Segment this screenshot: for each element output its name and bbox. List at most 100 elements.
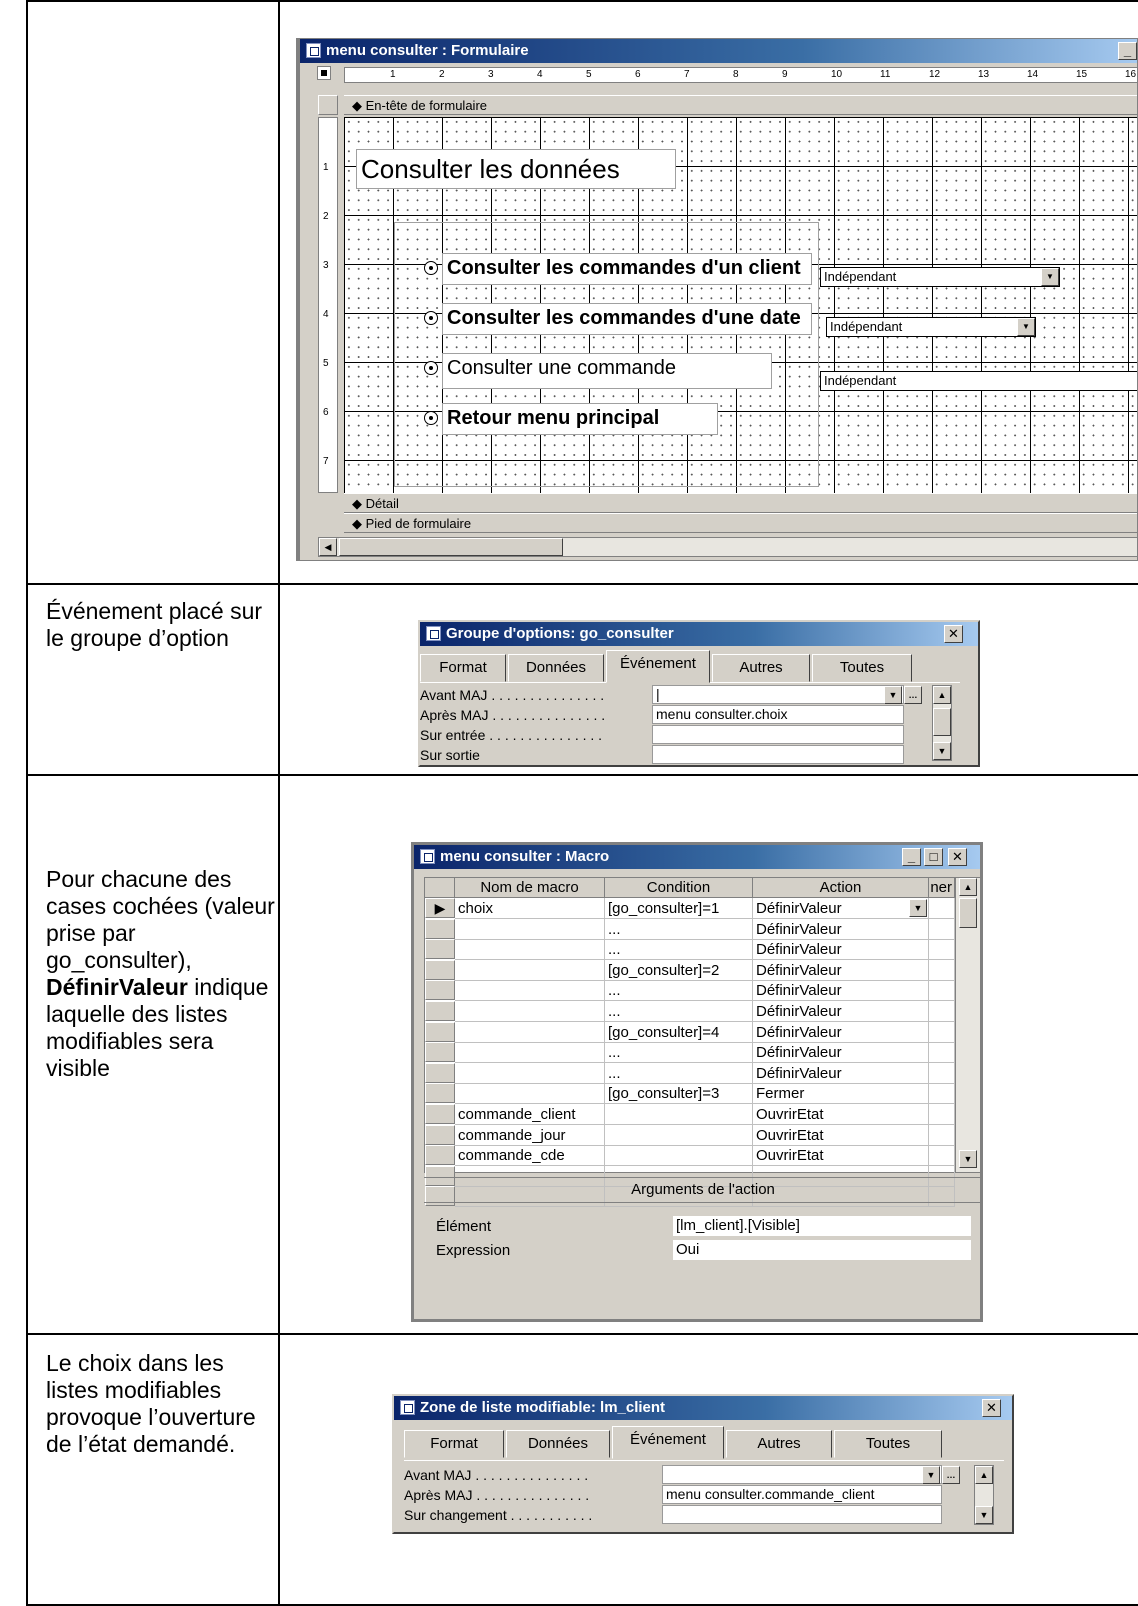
tab-evenement[interactable]: Événement bbox=[612, 1426, 724, 1459]
builder-ellipsis-button[interactable]: … bbox=[942, 1466, 960, 1484]
macro-condition-cell[interactable] bbox=[605, 1124, 753, 1146]
prop-sur-sortie-value[interactable] bbox=[652, 745, 904, 764]
macro-name-cell[interactable]: commande_cde bbox=[455, 1145, 605, 1167]
prop-sur-entree-value[interactable] bbox=[652, 725, 904, 744]
macro-window[interactable]: menu consulter : Macro _ □ ✕ Nom de macr… bbox=[411, 842, 983, 1322]
option-radio-date[interactable] bbox=[424, 311, 438, 325]
props-go-consulter-window[interactable]: Groupe d'options: go_consulter ✕ Format … bbox=[418, 620, 980, 767]
row-selector[interactable] bbox=[425, 918, 455, 939]
scroll-up-icon[interactable]: ▲ bbox=[959, 878, 977, 896]
close-button[interactable]: ✕ bbox=[982, 1399, 1001, 1417]
combo-lm-date[interactable]: Indépendant ▼ bbox=[826, 317, 1036, 337]
macro-grid[interactable]: Nom de macro Condition Action ner ▶ choix… bbox=[424, 877, 980, 1208]
arg-expression-value[interactable]: Oui bbox=[672, 1239, 972, 1261]
macro-comment-cell[interactable] bbox=[929, 980, 955, 1002]
macro-action-cell[interactable]: OuvrirEtat bbox=[753, 1124, 929, 1146]
tab-autres[interactable]: Autres bbox=[712, 654, 810, 682]
macro-name-cell[interactable]: commande_client bbox=[455, 1104, 605, 1125]
macro-comment-cell[interactable] bbox=[929, 1001, 955, 1022]
close-button[interactable]: ✕ bbox=[944, 625, 963, 643]
macro-action-cell[interactable]: DéfinirValeur bbox=[753, 980, 929, 1002]
macro-comment-cell[interactable] bbox=[929, 1062, 955, 1084]
macro-scrollbar[interactable]: ▲ ▼ bbox=[955, 878, 980, 1172]
macro-action-cell[interactable]: DéfinirValeur bbox=[753, 1062, 929, 1084]
macro-condition-cell[interactable]: ... bbox=[605, 1001, 753, 1022]
title-label[interactable]: Consulter les données bbox=[356, 149, 676, 189]
section-detail-bar[interactable]: ◆ Détail bbox=[344, 493, 1137, 513]
macro-comment-cell[interactable] bbox=[929, 918, 955, 940]
macro-action-cell[interactable]: OuvrirEtat bbox=[753, 1104, 929, 1125]
macro-condition-cell[interactable]: [go_consulter]=2 bbox=[605, 959, 753, 981]
prop-apres-maj-value[interactable]: menu consulter.commande_client bbox=[662, 1485, 942, 1504]
scroll-up-icon[interactable]: ▲ bbox=[933, 686, 951, 704]
tab-evenement[interactable]: Événement bbox=[606, 650, 710, 683]
macro-comment-cell[interactable] bbox=[929, 959, 955, 981]
macro-name-cell[interactable] bbox=[455, 1001, 605, 1022]
dropdown-arrow-icon[interactable]: ▼ bbox=[1017, 318, 1035, 336]
macro-name-cell[interactable] bbox=[455, 1021, 605, 1043]
macro-name-cell[interactable] bbox=[455, 1062, 605, 1084]
macro-name-cell[interactable] bbox=[455, 1042, 605, 1064]
tab-toutes[interactable]: Toutes bbox=[834, 1430, 942, 1458]
macro-comment-cell[interactable] bbox=[929, 1104, 955, 1125]
col-header-commentaire[interactable]: ner bbox=[929, 878, 955, 898]
scroll-thumb[interactable] bbox=[959, 898, 977, 928]
scroll-up-icon[interactable]: ▲ bbox=[975, 1466, 993, 1484]
col-header-action[interactable]: Action bbox=[753, 878, 929, 898]
macro-action-cell[interactable]: OuvrirEtat bbox=[753, 1145, 929, 1167]
props2-titlebar[interactable]: Zone de liste modifiable: lm_client bbox=[394, 1396, 1012, 1420]
scroll-thumb[interactable] bbox=[933, 708, 951, 736]
macro-condition-cell[interactable]: [go_consulter]=1 bbox=[605, 898, 753, 919]
minimize-button[interactable]: _ bbox=[902, 848, 921, 866]
arg-element-value[interactable]: [lm_client].[Visible] bbox=[672, 1215, 972, 1237]
row-selector[interactable] bbox=[425, 1124, 455, 1145]
macro-comment-cell[interactable] bbox=[929, 1124, 955, 1146]
row-selector[interactable] bbox=[425, 1104, 455, 1124]
prop-avant-maj-value[interactable]: | bbox=[652, 685, 904, 704]
form-titlebar[interactable]: menu consulter : Formulaire bbox=[300, 39, 1137, 63]
row-selector[interactable] bbox=[425, 1083, 455, 1104]
close-button[interactable]: ✕ bbox=[948, 848, 967, 866]
form-design-window[interactable]: menu consulter : Formulaire _ 1234567891… bbox=[296, 38, 1138, 561]
macro-titlebar[interactable]: menu consulter : Macro bbox=[414, 845, 980, 869]
option-label-client[interactable]: Consulter les commandes d'un client bbox=[442, 253, 812, 285]
macro-name-cell[interactable]: choix bbox=[455, 898, 605, 919]
props1-titlebar[interactable]: Groupe d'options: go_consulter bbox=[420, 622, 978, 646]
dropdown-arrow-icon[interactable]: ▼ bbox=[909, 899, 927, 917]
props-lm-client-window[interactable]: Zone de liste modifiable: lm_client ✕ Fo… bbox=[392, 1394, 1014, 1534]
builder-ellipsis-button[interactable]: … bbox=[904, 686, 922, 704]
option-label-commande[interactable]: Consulter une commande bbox=[442, 353, 772, 389]
macro-condition-cell[interactable]: [go_consulter]=4 bbox=[605, 1021, 753, 1043]
horizontal-scrollbar[interactable]: ◀ bbox=[318, 537, 1137, 557]
macro-comment-cell[interactable] bbox=[929, 1083, 955, 1105]
row-selector[interactable] bbox=[425, 939, 455, 960]
form-selector-icon[interactable] bbox=[317, 66, 331, 80]
scroll-down-icon[interactable]: ▼ bbox=[959, 1150, 977, 1168]
dropdown-arrow-icon[interactable]: ▼ bbox=[922, 1466, 940, 1484]
props1-scrollbar[interactable]: ▲ ▼ bbox=[932, 685, 952, 761]
tab-format[interactable]: Format bbox=[420, 654, 506, 682]
col-header-nom[interactable]: Nom de macro bbox=[455, 878, 605, 898]
option-radio-commande[interactable] bbox=[424, 361, 438, 375]
macro-action-cell[interactable]: DéfinirValeur bbox=[753, 1001, 929, 1022]
macro-action-cell[interactable]: DéfinirValeur bbox=[753, 918, 929, 940]
macro-action-cell[interactable]: DéfinirValeur bbox=[753, 939, 929, 961]
macro-action-cell[interactable]: DéfinirValeur bbox=[753, 959, 929, 981]
option-radio-client[interactable] bbox=[424, 261, 438, 275]
col-header-condition[interactable]: Condition bbox=[605, 878, 753, 898]
scroll-thumb[interactable] bbox=[339, 538, 563, 556]
prop-apres-maj-value[interactable]: menu consulter.choix bbox=[652, 705, 904, 724]
tab-donnees[interactable]: Données bbox=[508, 654, 604, 682]
macro-comment-cell[interactable] bbox=[929, 898, 955, 919]
macro-name-cell[interactable] bbox=[455, 980, 605, 1002]
scroll-left-icon[interactable]: ◀ bbox=[319, 538, 337, 556]
minimize-button[interactable]: _ bbox=[1118, 42, 1137, 60]
row-selector[interactable] bbox=[425, 1001, 455, 1021]
row-selector[interactable] bbox=[425, 1145, 455, 1166]
macro-name-cell[interactable] bbox=[455, 939, 605, 961]
macro-comment-cell[interactable] bbox=[929, 1021, 955, 1043]
macro-condition-cell[interactable] bbox=[605, 1104, 753, 1125]
macro-condition-cell[interactable]: ... bbox=[605, 1062, 753, 1084]
macro-condition-cell[interactable]: ... bbox=[605, 939, 753, 961]
row-selector[interactable] bbox=[425, 1042, 455, 1063]
